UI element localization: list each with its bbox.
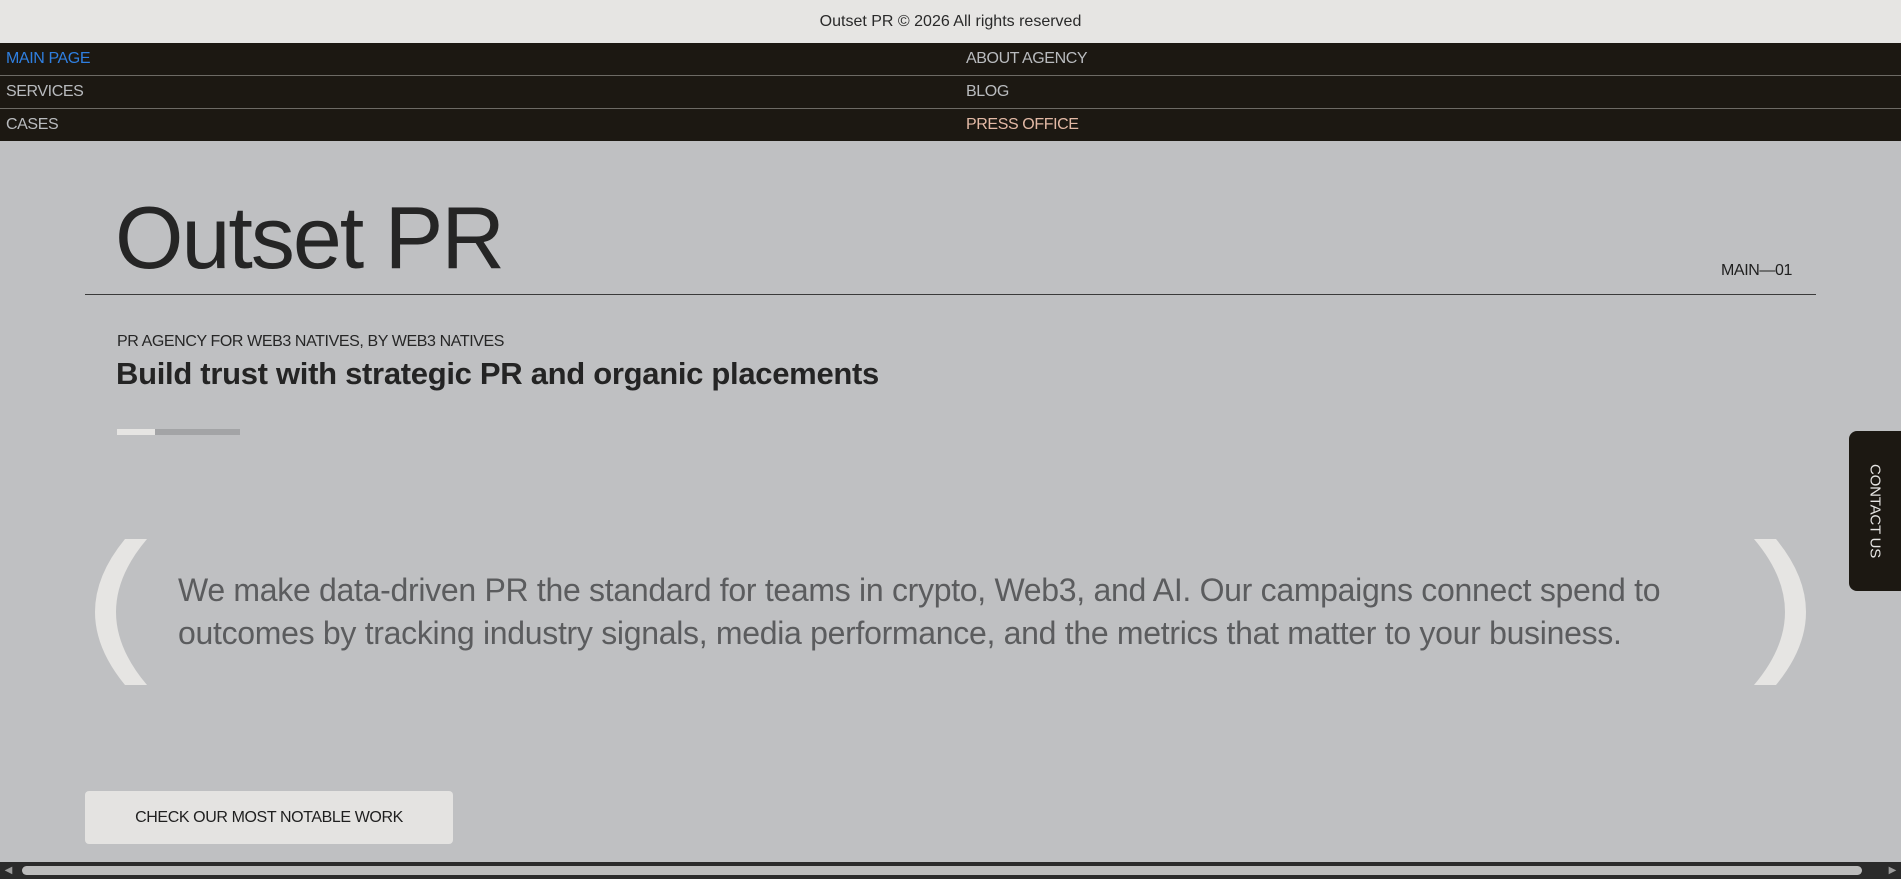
- nav-link-services[interactable]: SERVICES: [6, 83, 84, 101]
- chevron-right-icon[interactable]: ▶: [1884, 862, 1901, 879]
- left-bracket-icon: [95, 539, 147, 685]
- nav-link-main-page[interactable]: MAIN PAGE: [6, 50, 91, 68]
- nav-link-about-agency[interactable]: ABOUT AGENCY: [966, 50, 1088, 68]
- contact-us-label: CONTACT US: [1866, 463, 1884, 559]
- mission-statement: We make data-driven PR the standard for …: [178, 572, 1661, 651]
- hero-eyebrow: PR AGENCY FOR WEB3 NATIVES, BY WEB3 NATI…: [117, 333, 505, 350]
- contact-us-tab[interactable]: CONTACT US: [1849, 431, 1901, 591]
- nav-row: CASES PRESS OFFICE: [0, 109, 1901, 141]
- nav-row: SERVICES BLOG: [0, 76, 1901, 109]
- copyright-bar: Outset PR © 2026 All rights reserved: [0, 0, 1901, 43]
- nav-link-cases[interactable]: CASES: [6, 116, 59, 134]
- hero-divider: [85, 294, 1816, 295]
- scrollbar-thumb[interactable]: [22, 866, 1862, 875]
- slide-progress-fill: [117, 429, 156, 435]
- section-code: MAIN—01: [1721, 262, 1792, 279]
- main-navigation: MAIN PAGE ABOUT AGENCY SERVICES BLOG CAS…: [0, 43, 1901, 141]
- slide-progress-bar: [117, 429, 240, 435]
- right-bracket-icon: [1754, 539, 1806, 685]
- chevron-left-icon[interactable]: ◀: [0, 862, 17, 879]
- page-title: Outset PR: [115, 188, 505, 287]
- nav-row: MAIN PAGE ABOUT AGENCY: [0, 43, 1901, 76]
- hero-headline: Build trust with strategic PR and organi…: [116, 356, 879, 391]
- nav-link-press-office[interactable]: PRESS OFFICE: [966, 116, 1079, 134]
- copyright-text: Outset PR © 2026 All rights reserved: [819, 12, 1082, 30]
- notable-work-button[interactable]: CHECK OUR MOST NOTABLE WORK: [85, 791, 453, 844]
- nav-link-blog[interactable]: BLOG: [966, 83, 1009, 101]
- horizontal-scrollbar[interactable]: ◀ ▶: [0, 862, 1901, 879]
